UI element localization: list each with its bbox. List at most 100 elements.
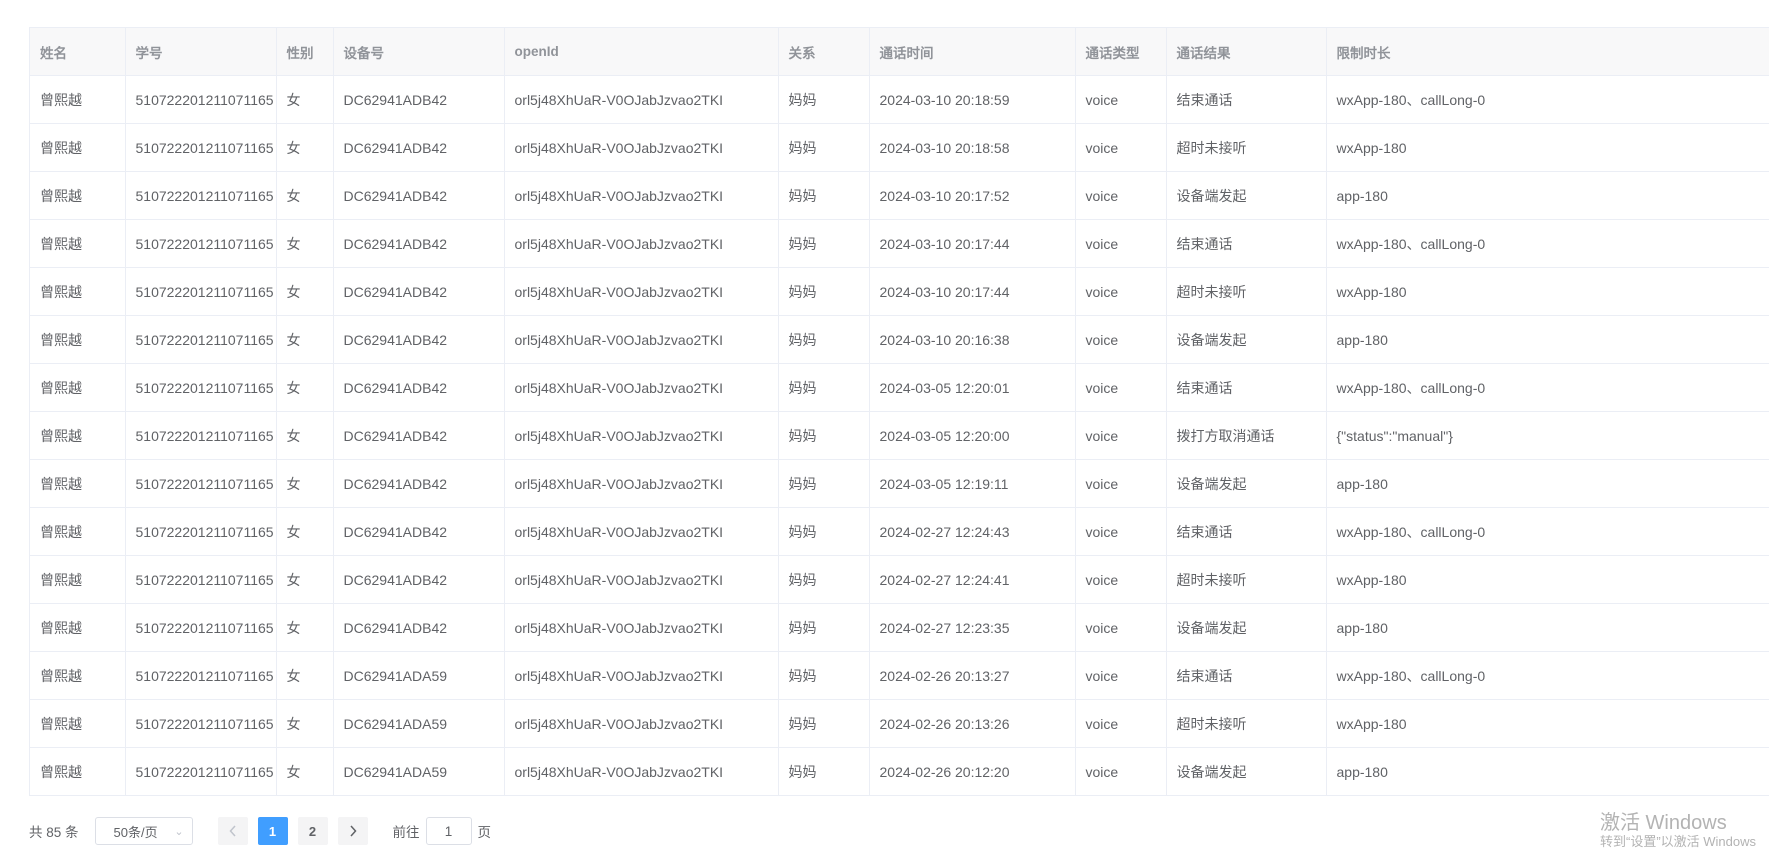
table-cell: voice [1075,171,1167,220]
table-row: 曾熙越 510722201211071165 女 DC62941ADB42 orl5j4… [30,267,1769,316]
table-cell: 超时未接听 [1166,123,1327,172]
column-header: openId [504,28,779,76]
table-cell: voice [1075,747,1167,796]
table-cell: 女 [276,459,334,508]
table-cell: 女 [276,75,334,124]
column-header: 学号 [125,28,277,76]
page-1-button[interactable]: 1 [257,817,288,845]
table-cell: 510722201211071165 [125,699,277,748]
table-cell: voice [1075,459,1167,508]
chevron-down-icon: ⌄ [174,825,184,838]
table-cell: orl5j48XhUaR-V0OJabJzvao2TKI [504,267,779,316]
table-cell: 妈妈 [778,747,870,796]
table-cell: 2024-03-10 20:17:44 [869,267,1076,316]
table-cell: 2024-03-05 12:20:01 [869,363,1076,412]
column-header: 通话结果 [1166,28,1327,76]
table-cell: voice [1075,267,1167,316]
call-records-table: 姓名 学号 性别 设备号 openId 关系 通话时间 通话类型 通话结果 限制时长 曾熙越 510… [30,28,1769,796]
table-cell: 曾熙越 [30,363,126,412]
chevron-left-icon [229,825,236,837]
table-cell: 女 [276,603,334,652]
table-cell: 妈妈 [778,75,870,124]
total-count: 共 85 条 [29,825,79,840]
table-cell: 510722201211071165 [125,603,277,652]
page-size-select[interactable]: 50条/页 ⌄ [94,817,193,845]
table-cell: orl5j48XhUaR-V0OJabJzvao2TKI [504,315,779,364]
table-cell: wxApp-180 [1326,123,1769,172]
table-cell: voice [1075,75,1167,124]
table-cell: 女 [276,507,334,556]
table-cell: 妈妈 [778,219,870,268]
table-cell: 结束通话 [1166,75,1327,124]
table-cell: 拨打方取消通话 [1166,411,1327,460]
table-cell: 曾熙越 [30,219,126,268]
table-cell: 女 [276,699,334,748]
table-cell: 510722201211071165 [125,315,277,364]
table-cell: wxApp-180、callLong-0 [1326,507,1769,556]
table-cell: wxApp-180、callLong-0 [1326,363,1769,412]
watermark-subtitle: 转到“设置”以激活 Windows [1600,834,1757,849]
table-cell: 2024-02-27 12:23:35 [869,603,1076,652]
table-cell: 女 [276,267,334,316]
table-cell: 510722201211071165 [125,507,277,556]
table-cell: orl5j48XhUaR-V0OJabJzvao2TKI [504,459,779,508]
table-cell: 女 [276,363,334,412]
pagination: 共 85 条 50条/页 ⌄ 1 2 前往 1 页 [29,816,491,846]
table-cell: 妈妈 [778,363,870,412]
table-row: 曾熙越 510722201211071165 女 DC62941ADB42 orl5j4… [30,603,1769,652]
table-cell: DC62941ADB42 [333,555,505,604]
next-page-button[interactable] [337,817,368,845]
table-cell: 女 [276,747,334,796]
table-cell: wxApp-180、callLong-0 [1326,75,1769,124]
table-cell: 女 [276,123,334,172]
page-size-value: 50条/页 [113,824,158,840]
table-cell: 妈妈 [778,555,870,604]
table-cell: 曾熙越 [30,315,126,364]
table-cell: 2024-03-05 12:20:00 [869,411,1076,460]
table-cell: 2024-02-27 12:24:41 [869,555,1076,604]
table-cell: 2024-03-10 20:18:58 [869,123,1076,172]
table-cell: 曾熙越 [30,747,126,796]
table-cell: 妈妈 [778,123,870,172]
table-cell: DC62941ADA59 [333,651,505,700]
table-cell: 2024-03-05 12:19:11 [869,459,1076,508]
table-cell: 510722201211071165 [125,459,277,508]
goto-suffix: 页 [477,825,492,840]
table-cell: 女 [276,555,334,604]
table-cell: 超时未接听 [1166,267,1327,316]
table-cell: orl5j48XhUaR-V0OJabJzvao2TKI [504,123,779,172]
table-cell: 510722201211071165 [125,171,277,220]
table-cell: orl5j48XhUaR-V0OJabJzvao2TKI [504,219,779,268]
table-row: 曾熙越 510722201211071165 女 DC62941ADB42 orl5j4… [30,75,1769,124]
table-cell: voice [1075,651,1167,700]
table-cell: 超时未接听 [1166,699,1327,748]
table-row: 曾熙越 510722201211071165 女 DC62941ADB42 orl5j4… [30,555,1769,604]
table-cell: 妈妈 [778,315,870,364]
table-cell: orl5j48XhUaR-V0OJabJzvao2TKI [504,363,779,412]
column-header: 姓名 [30,28,126,76]
table-cell: app-180 [1326,315,1769,364]
prev-page-button[interactable] [217,817,248,845]
table-cell: 曾熙越 [30,651,126,700]
table-cell: DC62941ADB42 [333,75,505,124]
table-cell: wxApp-180 [1326,267,1769,316]
page-2-button[interactable]: 2 [297,817,328,845]
table-cell: 2024-02-27 12:24:43 [869,507,1076,556]
goto-page-input[interactable]: 1 [425,817,472,845]
table-cell: 女 [276,315,334,364]
table-cell: 2024-02-26 20:12:20 [869,747,1076,796]
table-cell: orl5j48XhUaR-V0OJabJzvao2TKI [504,699,779,748]
table-cell: 曾熙越 [30,459,126,508]
table-row: 曾熙越 510722201211071165 女 DC62941ADB42 orl5j4… [30,507,1769,556]
table-cell: 510722201211071165 [125,555,277,604]
table-cell: DC62941ADA59 [333,699,505,748]
column-header: 通话时间 [869,28,1076,76]
table-cell: 510722201211071165 [125,123,277,172]
table-body: 曾熙越 510722201211071165 女 DC62941ADB42 orl5j4… [30,75,1769,796]
table-cell: DC62941ADB42 [333,411,505,460]
table-cell: orl5j48XhUaR-V0OJabJzvao2TKI [504,171,779,220]
table-cell: voice [1075,363,1167,412]
table-cell: 设备端发起 [1166,459,1327,508]
chevron-right-icon [349,825,357,837]
table-cell: orl5j48XhUaR-V0OJabJzvao2TKI [504,75,779,124]
